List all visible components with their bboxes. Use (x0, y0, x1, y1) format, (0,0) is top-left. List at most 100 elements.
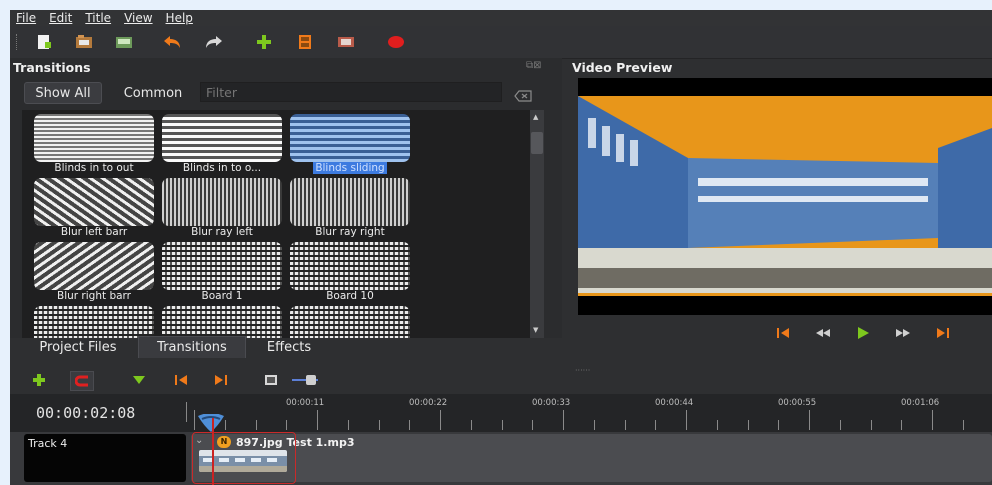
transition-thumbnail (290, 178, 410, 226)
zoom-slider-handle[interactable] (306, 375, 316, 385)
show-all-button[interactable]: Show All (24, 82, 102, 104)
zoom-icon[interactable] (260, 371, 282, 389)
menu-file[interactable]: File (10, 10, 43, 26)
timeline-toolbar: ······ (10, 366, 992, 394)
play-icon[interactable] (854, 324, 872, 342)
splitter-handle[interactable]: ······ (575, 366, 590, 375)
save-project-icon[interactable] (114, 32, 134, 52)
rewind-icon[interactable] (814, 324, 832, 342)
playback-controls (578, 320, 992, 348)
video-preview-title: Video Preview (572, 60, 673, 75)
track-row: Track 4 ⌄ N 897.jpg Test 1.mp3 (10, 432, 992, 485)
transition-item[interactable]: Board 10 (288, 240, 412, 302)
menu-edit[interactable]: Edit (43, 10, 79, 26)
ruler-tick (440, 410, 441, 430)
timeline-clip[interactable]: ⌄ N 897.jpg Test 1.mp3 (191, 434, 992, 482)
panel-float-close-icon[interactable]: ⧉⊠ (526, 60, 542, 71)
panel-tabs: Project Files Transitions Effects (10, 332, 562, 360)
ruler-tick (686, 410, 687, 430)
add-marker-icon[interactable] (128, 371, 150, 389)
tick-label: 00:00:22 (409, 398, 448, 408)
openshot-window: File Edit Title View Help Transitions ⧉⊠… (10, 10, 992, 485)
filter-input[interactable] (200, 82, 502, 102)
playhead-line[interactable] (212, 418, 214, 485)
transition-item[interactable]: Blinds sliding (288, 112, 412, 174)
transition-label: Blur ray right (315, 226, 385, 238)
film-strip-icon[interactable] (295, 32, 315, 52)
transition-item[interactable]: Blur right barr (32, 240, 156, 302)
ruler-tick (871, 420, 872, 430)
tab-transitions[interactable]: Transitions (138, 336, 246, 358)
transition-item[interactable]: Blur ray right (288, 176, 412, 238)
ruler-tick (809, 410, 810, 430)
scroll-up-icon[interactable]: ▲ (533, 113, 538, 121)
transitions-panel-title: Transitions (13, 60, 91, 75)
video-frame-image (578, 78, 992, 315)
transition-label: Board 1 (201, 290, 243, 302)
ruler-tick (840, 420, 841, 430)
transitions-grid: Blinds in to out Blinds in to o... Blinds … (22, 110, 537, 338)
scroll-thumb[interactable] (531, 132, 543, 154)
ruler-tick (748, 420, 749, 430)
ruler-tick (194, 410, 195, 430)
transition-thumbnail (290, 114, 410, 162)
ruler-tick (625, 420, 626, 430)
transition-item[interactable]: Blinds in to o... (160, 112, 284, 174)
new-project-icon[interactable] (34, 32, 54, 52)
timeline-ruler[interactable]: 00:00:02:08 00:00:11 00:00:22 00:00:33 0… (10, 394, 992, 432)
track-name: Track 4 (28, 437, 68, 450)
track-header[interactable]: Track 4 (24, 434, 186, 482)
undo-icon[interactable] (162, 32, 182, 52)
menu-bar: File Edit Title View Help (10, 10, 992, 26)
ruler-tick (348, 420, 349, 430)
redo-icon[interactable] (204, 32, 224, 52)
ruler-tick (317, 410, 318, 430)
transition-item[interactable]: Board 1 (160, 240, 284, 302)
add-track-icon[interactable] (254, 32, 274, 52)
transition-label: Blur right barr (57, 290, 131, 302)
tick-label: 00:01:06 (901, 398, 940, 408)
transition-item[interactable]: Blur ray left (160, 176, 284, 238)
transition-label: Blinds in to out (54, 162, 134, 174)
ruler-tick (594, 420, 595, 430)
previous-marker-icon[interactable] (170, 371, 192, 389)
jump-start-icon[interactable] (774, 324, 792, 342)
transitions-scrollbar[interactable]: ▲ ▼ (530, 110, 544, 338)
toolbar-grip[interactable] (16, 34, 20, 50)
fast-forward-icon[interactable] (894, 324, 912, 342)
tab-project-files[interactable]: Project Files (18, 336, 138, 358)
transition-thumbnail (34, 114, 154, 162)
clear-filter-icon[interactable] (514, 87, 532, 102)
transition-item[interactable]: Blur left barr (32, 176, 156, 238)
menu-help[interactable]: Help (160, 10, 200, 26)
tick-label: 00:00:11 (286, 398, 325, 408)
open-project-icon[interactable] (74, 32, 94, 52)
snapping-magnet-icon[interactable] (70, 371, 94, 391)
transition-thumbnail (290, 242, 410, 290)
export-video-icon[interactable] (336, 32, 356, 52)
tab-effects[interactable]: Effects (248, 336, 330, 358)
ruler-tick (256, 420, 257, 430)
record-icon[interactable] (386, 32, 406, 52)
transition-thumbnail (162, 178, 282, 226)
ruler-tick (963, 420, 964, 430)
ruler-tick (286, 420, 287, 430)
menu-title[interactable]: Title (79, 10, 118, 26)
ruler-tick (717, 420, 718, 430)
transition-thumbnail (34, 178, 154, 226)
add-track-icon[interactable] (28, 371, 50, 389)
ruler-divider (186, 402, 187, 422)
common-button[interactable]: Common (112, 82, 194, 104)
transition-thumbnail (162, 242, 282, 290)
tick-label: 00:00:44 (655, 398, 694, 408)
menu-view[interactable]: View (118, 10, 159, 26)
ruler-tick (655, 420, 656, 430)
next-marker-icon[interactable] (210, 371, 232, 389)
tick-label: 00:00:55 (778, 398, 817, 408)
ruler-tick (502, 420, 503, 430)
jump-end-icon[interactable] (934, 324, 952, 342)
transition-label: Blur ray left (191, 226, 253, 238)
transition-label: Blinds in to o... (182, 162, 262, 174)
transition-item[interactable]: Blinds in to out (32, 112, 156, 174)
ruler-tick (471, 420, 472, 430)
